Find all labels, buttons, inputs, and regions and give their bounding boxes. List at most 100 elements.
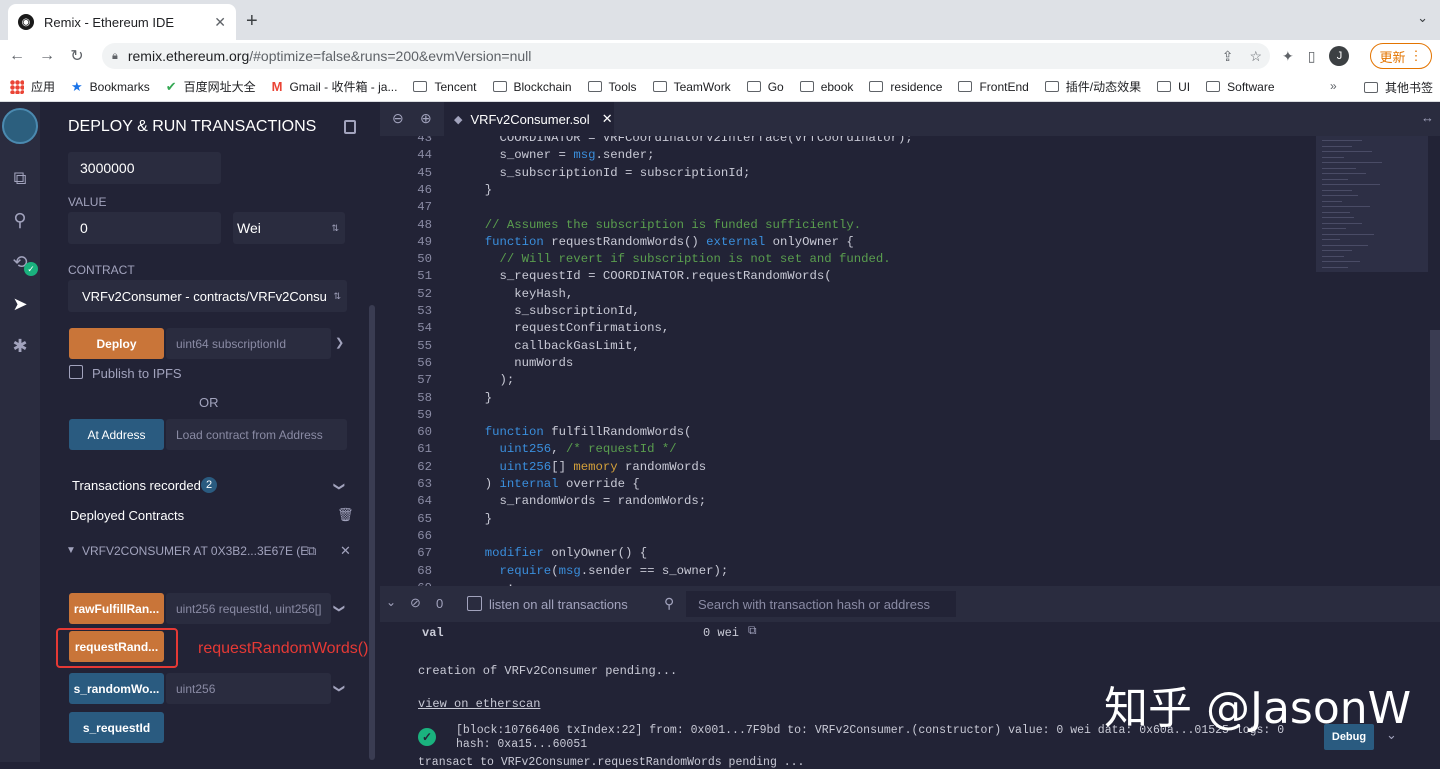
other-bookmarks[interactable]: 其他书签 (1364, 72, 1433, 102)
bookmark-folder[interactable]: Tencent (413, 80, 477, 94)
forward-icon[interactable]: → (34, 47, 60, 65)
s-request-id-button[interactable]: s_requestId (69, 712, 164, 743)
terminal-search-input[interactable]: Search with transaction hash or address (686, 591, 956, 617)
terminal-toggle-icon[interactable]: ⌄ (386, 595, 396, 609)
gas-limit-input[interactable]: 3000000 (68, 152, 221, 184)
share-icon[interactable]: ⇪ (1222, 48, 1234, 65)
code-line[interactable]: 66 (380, 528, 470, 545)
expand-icon[interactable]: ↔ (1421, 110, 1434, 125)
panel-scrollbar[interactable] (369, 305, 375, 760)
code-line[interactable]: 49 function requestRandomWords() externa… (380, 234, 854, 251)
code-line[interactable]: 52 keyHash, (380, 286, 573, 303)
deploy-run-icon[interactable]: ➤ (8, 292, 32, 316)
code-line[interactable]: 57 ); (380, 372, 514, 389)
clear-console-icon[interactable]: ⊘ (410, 595, 421, 611)
copy-icon[interactable]: ⧉ (748, 624, 757, 638)
code-line[interactable]: 51 s_requestId = COORDINATOR.requestRand… (380, 268, 831, 285)
deploy-button[interactable]: Deploy (69, 328, 164, 359)
close-icon[interactable]: ✕ (340, 543, 351, 559)
close-file-icon[interactable]: ✕ (602, 111, 613, 127)
extensions-icon[interactable]: ✦ (1282, 48, 1294, 65)
file-tab[interactable]: ◆ VRFv2Consumer.sol ✕ (444, 102, 614, 136)
code-line[interactable]: 59 (380, 407, 470, 424)
code-line[interactable]: 45 s_subscriptionId = subscriptionId; (380, 165, 750, 182)
close-tab-icon[interactable]: ✕ (214, 14, 226, 31)
bookmark-folder[interactable]: ebook (799, 80, 853, 94)
code-line[interactable]: 47 (380, 199, 470, 216)
code-line[interactable]: 48 // Assumes the subscription is funded… (380, 217, 861, 234)
browser-tab[interactable]: ◉ Remix - Ethereum IDE ✕ (8, 4, 236, 40)
bookmark-folder[interactable]: UI (1157, 80, 1190, 94)
bookmark-folder[interactable]: Software (1206, 80, 1275, 94)
side-panel-icon[interactable]: ▯ (1308, 48, 1316, 65)
code-line[interactable]: 65 } (380, 511, 492, 528)
editor-scrollbar[interactable] (1430, 330, 1440, 440)
code-line[interactable]: 56 numWords (380, 355, 573, 372)
debugger-icon[interactable]: ✱ (8, 334, 32, 358)
at-address-button[interactable]: At Address (69, 419, 164, 450)
code-line[interactable]: 61 uint256, /* requestId */ (380, 441, 676, 458)
bookmark-folder[interactable]: 插件/动态效果 (1044, 78, 1141, 95)
code-line[interactable]: 54 requestConfirmations, (380, 320, 669, 337)
zoom-out-icon[interactable]: ⊖ (392, 110, 404, 127)
bookmark-apps[interactable]: 应用 (10, 78, 55, 95)
code-line[interactable]: 44 s_owner = msg.sender; (380, 147, 654, 164)
update-button[interactable]: 更新 ⋮ (1370, 43, 1432, 69)
bookmark-bookmarks[interactable]: ★ Bookmarks (71, 79, 150, 95)
trash-icon[interactable]: 🗑︎ (337, 507, 354, 523)
minimap[interactable] (1316, 136, 1440, 586)
bookmark-hao123[interactable]: ✔ 百度网址大全 (166, 78, 256, 95)
code-editor[interactable]: 43 COORDINATOR = VRFCoordinatorV2Interfa… (380, 136, 1316, 586)
chevron-down-icon[interactable]: ❯ (333, 684, 346, 693)
chevron-down-icon[interactable]: ❯ (335, 336, 344, 349)
code-line[interactable]: 55 callbackGasLimit, (380, 338, 640, 355)
etherscan-link[interactable]: view on etherscan (418, 697, 540, 711)
search-icon[interactable]: ⚲ (8, 208, 32, 232)
collapse-chevron-icon[interactable]: ▼ (66, 545, 76, 556)
chevron-down-icon[interactable]: ❯ (333, 604, 346, 613)
file-explorer-icon[interactable]: ⧉ (8, 166, 32, 190)
docs-icon[interactable] (344, 120, 356, 134)
bookmark-folder[interactable]: residence (869, 80, 942, 94)
bookmark-folder[interactable]: Go (746, 80, 784, 94)
contract-instance-title[interactable]: VRFV2CONSUMER AT 0X3B2...3E67E (E (82, 544, 308, 558)
publish-ipfs-checkbox[interactable] (69, 365, 83, 379)
code-line[interactable]: 50 // Will revert if subscription is not… (380, 251, 890, 268)
code-line[interactable]: 68 require(msg.sender == s_owner); (380, 563, 728, 580)
s-random-words-button[interactable]: s_randomWo... (69, 673, 164, 704)
back-icon[interactable]: ← (4, 47, 30, 65)
bookmarks-overflow-button[interactable]: » (1330, 79, 1337, 93)
raw-fulfill-args-input[interactable]: uint256 requestId, uint256[] (166, 593, 331, 624)
chevron-down-icon[interactable]: ❯ (333, 482, 346, 491)
copy-icon[interactable]: ⧉ (307, 543, 316, 559)
code-line[interactable]: 60 function fulfillRandomWords( (380, 424, 691, 441)
code-line[interactable]: 63 ) internal override { (380, 476, 640, 493)
code-line[interactable]: 43 COORDINATOR = VRFCoordinatorV2Interfa… (380, 136, 913, 147)
deploy-args-input[interactable]: uint64 subscriptionId (166, 328, 331, 359)
code-line[interactable]: 67 modifier onlyOwner() { (380, 545, 647, 562)
bookmark-star-icon[interactable]: ☆ (1249, 48, 1262, 65)
contract-select[interactable]: VRFv2Consumer - contracts/VRFv2Consu ⇅ (68, 280, 347, 312)
new-tab-icon[interactable]: + (246, 10, 258, 33)
contract-address-input[interactable]: Load contract from Address (166, 419, 347, 450)
bookmark-gmail[interactable]: M Gmail - 收件箱 - ja... (272, 78, 398, 95)
transactions-recorded-label[interactable]: Transactions recorded (72, 478, 201, 493)
s-random-words-input[interactable]: uint256 (166, 673, 331, 704)
url-field[interactable]: 🔒︎ remix.ethereum.org/#optimize=false&ru… (102, 43, 1270, 69)
bookmark-folder[interactable]: FrontEnd (958, 80, 1029, 94)
code-line[interactable]: 53 s_subscriptionId, (380, 303, 640, 320)
raw-fulfill-button[interactable]: rawFulfillRan... (69, 593, 164, 624)
remix-logo-icon[interactable] (2, 108, 38, 144)
zoom-in-icon[interactable]: ⊕ (420, 110, 432, 127)
bookmark-folder[interactable]: TeamWork (652, 80, 731, 94)
code-line[interactable]: 58 } (380, 390, 492, 407)
tab-search-icon[interactable]: ⌄ (1417, 10, 1428, 26)
reload-icon[interactable]: ↻ (64, 46, 90, 66)
profile-avatar[interactable]: J (1329, 46, 1350, 66)
bookmark-folder[interactable]: Tools (587, 80, 637, 94)
code-line[interactable]: 46 } (380, 182, 492, 199)
bookmark-folder[interactable]: Blockchain (492, 80, 572, 94)
listen-all-checkbox[interactable] (467, 596, 482, 611)
code-line[interactable]: 64 s_randomWords = randomWords; (380, 493, 706, 510)
value-input[interactable]: 0 (68, 212, 221, 244)
